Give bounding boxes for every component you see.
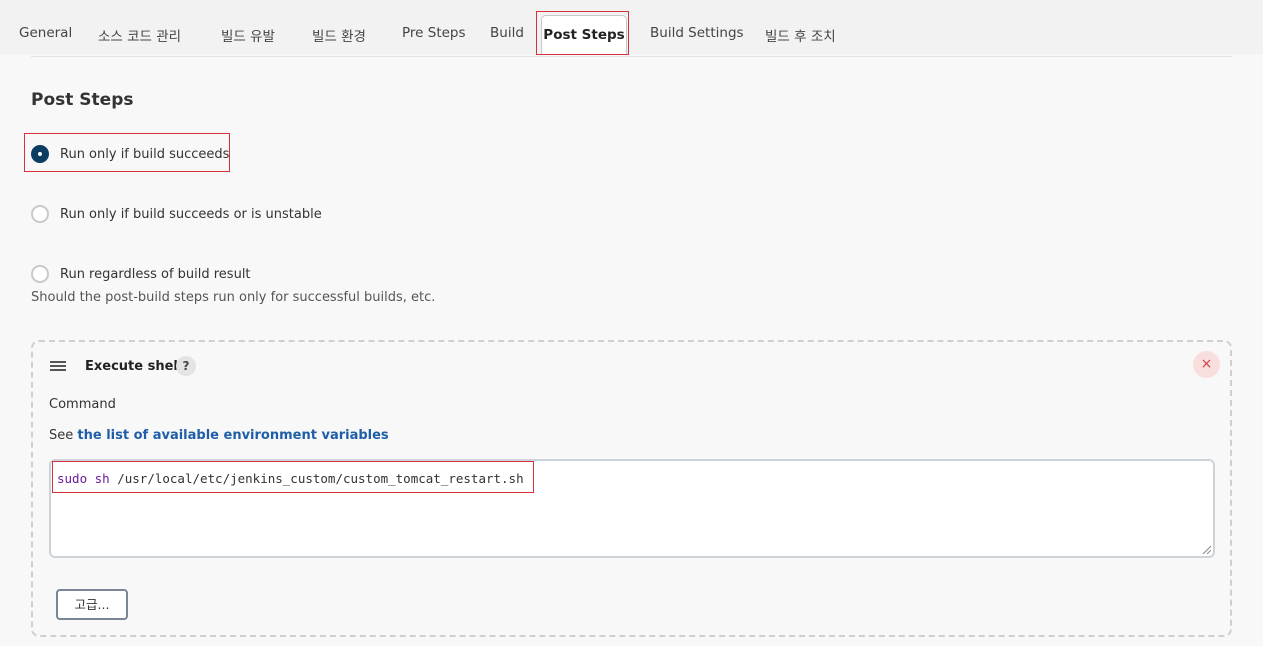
tab-pre-steps[interactable]: Pre Steps bbox=[402, 25, 466, 41]
radio-unchecked-icon[interactable] bbox=[31, 265, 49, 283]
env-vars-link[interactable]: the list of available environment variab… bbox=[77, 428, 388, 443]
resize-grip-icon[interactable] bbox=[1202, 545, 1211, 554]
tab-source-code-management[interactable]: 소스 코드 관리 bbox=[98, 25, 181, 45]
radio-label: Run regardless of build result bbox=[60, 266, 251, 282]
command-keyword: sudo sh bbox=[57, 471, 110, 486]
execute-shell-step: Execute shell ? × Command See the list o… bbox=[31, 340, 1232, 637]
close-icon[interactable]: × bbox=[1193, 351, 1220, 378]
tab-build[interactable]: Build bbox=[490, 25, 524, 41]
help-icon[interactable]: ? bbox=[176, 356, 196, 376]
env-vars-hint-prefix: See bbox=[49, 428, 78, 443]
tab-build-settings[interactable]: Build Settings bbox=[650, 25, 744, 41]
command-label: Command bbox=[49, 397, 116, 412]
post-steps-help-text: Should the post-build steps run only for… bbox=[31, 290, 436, 305]
radio-option-success-or-unstable[interactable]: Run only if build succeeds or is unstabl… bbox=[31, 202, 322, 226]
radio-label: Run only if build succeeds bbox=[60, 146, 230, 162]
tab-bar: General 소스 코드 관리 빌드 유발 빌드 환경 Pre Steps B… bbox=[0, 0, 1263, 55]
tab-build-environment[interactable]: 빌드 환경 bbox=[312, 25, 366, 45]
radio-option-success[interactable]: Run only if build succeeds bbox=[31, 142, 229, 166]
radio-label: Run only if build succeeds or is unstabl… bbox=[60, 206, 322, 222]
tab-highlight-box bbox=[536, 11, 629, 55]
command-textarea[interactable]: sudo sh /usr/local/etc/jenkins_custom/cu… bbox=[49, 459, 1215, 558]
section-title: Post Steps bbox=[31, 90, 134, 110]
drag-handle-icon[interactable] bbox=[50, 361, 66, 371]
env-vars-hint: See the list of available environment va… bbox=[49, 428, 389, 443]
tab-post-build-actions[interactable]: 빌드 후 조치 bbox=[765, 25, 836, 45]
command-path: /usr/local/etc/jenkins_custom/custom_tom… bbox=[109, 471, 524, 486]
radio-checked-icon[interactable] bbox=[31, 145, 49, 163]
radio-unchecked-icon[interactable] bbox=[31, 205, 49, 223]
step-title: Execute shell bbox=[85, 359, 183, 374]
advanced-button[interactable]: 고급... bbox=[56, 589, 128, 620]
tab-general[interactable]: General bbox=[19, 25, 72, 41]
tab-build-triggers[interactable]: 빌드 유발 bbox=[221, 25, 275, 45]
divider bbox=[31, 56, 1232, 57]
radio-option-regardless[interactable]: Run regardless of build result bbox=[31, 262, 251, 286]
command-text: sudo sh /usr/local/etc/jenkins_custom/cu… bbox=[57, 471, 524, 486]
